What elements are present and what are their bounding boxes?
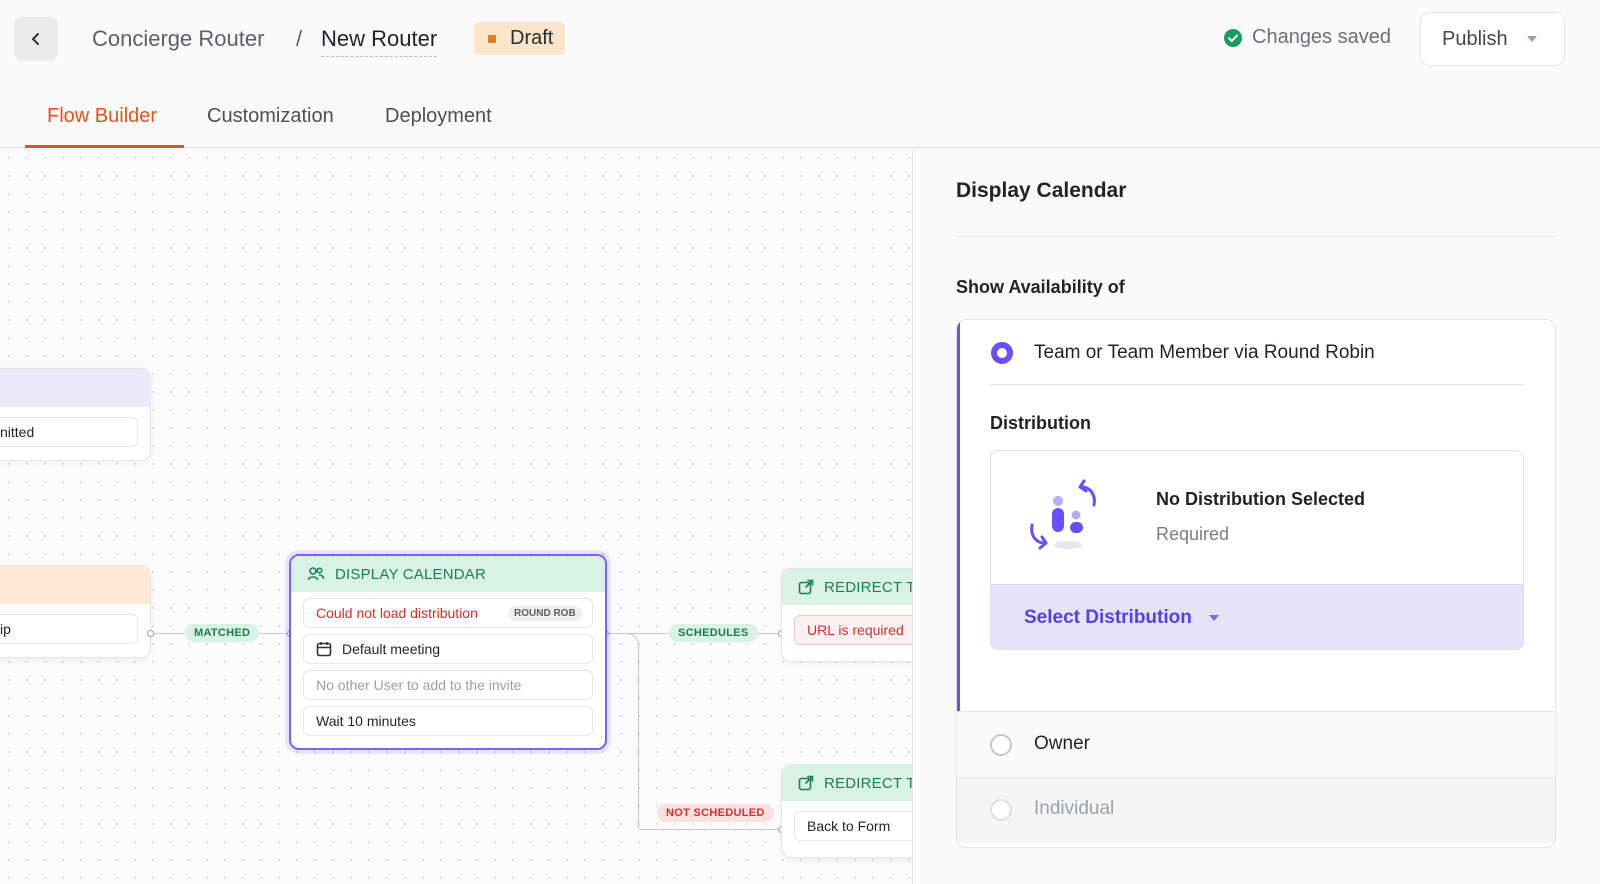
panel-title: Display Calendar [956, 179, 1127, 202]
divider [956, 236, 1556, 237]
node-header: REDIRECT TO [782, 569, 912, 605]
node-title: REDIRECT TO [824, 578, 912, 596]
external-link-icon [798, 775, 814, 791]
section-label: Show Availability of [956, 277, 1125, 297]
availability-options: Team or Team Member via Round Robin Dist… [956, 319, 1556, 848]
edge-label-not-scheduled: NOT SCHEDULED [657, 804, 774, 822]
select-distribution-label: Select Distribution [1024, 607, 1192, 628]
publish-button[interactable]: Publish [1420, 12, 1565, 66]
radio-round-robin[interactable] [991, 342, 1013, 364]
radio-individual[interactable] [990, 799, 1012, 821]
edge-label-schedules: SCHEDULES [669, 624, 758, 642]
round-robin-tag: ROUND ROB [508, 605, 582, 621]
status-badge: Draft [474, 22, 566, 55]
node-header [0, 369, 150, 407]
router-name[interactable]: New Router [321, 24, 438, 57]
breadcrumb-separator: / [296, 26, 303, 51]
node-header [0, 566, 150, 604]
node-header: REDIRECT TO [782, 765, 912, 801]
external-link-icon [798, 579, 814, 595]
option-owner[interactable]: Owner [957, 711, 1555, 777]
node-title: DISPLAY CALENDAR [335, 565, 487, 583]
chevron-left-icon [32, 33, 39, 45]
connector-line [606, 633, 639, 829]
meeting-type: Default meeting [342, 641, 441, 657]
connector-line [639, 829, 782, 830]
redirect-target: Back to Form [807, 818, 891, 834]
flow-canvas[interactable]: nitted ip MATCHED SCHEDULES NOT SCHEDULE… [0, 149, 913, 884]
node-row-target[interactable]: Back to Form [794, 811, 912, 841]
node-row-text: ip [0, 621, 11, 637]
distribution-card: No Distribution Selected Required Select… [990, 450, 1524, 650]
calendar-icon [316, 642, 332, 657]
caret-down-icon [1526, 36, 1537, 42]
node-row-meeting[interactable]: Default meeting [303, 634, 593, 664]
option-label: Individual [1034, 798, 1115, 819]
option-round-robin[interactable]: Team or Team Member via Round Robin Dist… [957, 320, 1555, 711]
back-button[interactable] [14, 17, 58, 61]
distribution-label: Distribution [990, 413, 1091, 433]
node-row-wait[interactable]: Wait 10 minutes [303, 706, 593, 736]
publish-label: Publish [1442, 27, 1508, 50]
empty-state-title: No Distribution Selected [1156, 489, 1366, 509]
option-label: Owner [1034, 733, 1090, 754]
status-badge-label: Draft [510, 27, 554, 49]
divider [990, 384, 1525, 385]
flow-node-display-calendar[interactable]: DISPLAY CALENDAR Could not load distribu… [289, 554, 607, 750]
select-distribution-button[interactable]: Select Distribution [991, 584, 1523, 649]
save-status: Changes saved [1224, 26, 1391, 49]
tab-customization[interactable]: Customization [207, 102, 334, 130]
distribution-error: Could not load distribution [316, 605, 478, 621]
tab-deployment[interactable]: Deployment [385, 102, 492, 130]
node-title: REDIRECT TO [824, 774, 912, 792]
node-row-url[interactable]: URL is required [794, 615, 912, 645]
breadcrumb-parent[interactable]: Concierge Router [92, 24, 264, 54]
url-error: URL is required [807, 622, 904, 638]
node-row: nitted [0, 417, 138, 447]
connector-handle[interactable] [147, 630, 154, 637]
flow-node-redirect-bottom[interactable]: REDIRECT TO Back to Form [781, 764, 912, 858]
node-row-distribution[interactable]: Could not load distribution ROUND ROB [303, 598, 593, 628]
node-row-text: nitted [0, 424, 35, 440]
option-individual[interactable]: Individual [957, 777, 1555, 843]
radio-owner[interactable] [990, 734, 1012, 756]
node-row-invitees[interactable]: No other User to add to the invite [303, 670, 593, 700]
wait-duration: Wait 10 minutes [316, 713, 416, 729]
empty-state-subtitle: Required [1156, 524, 1230, 544]
tab-flow-builder[interactable]: Flow Builder [47, 102, 157, 130]
active-tab-indicator [25, 145, 184, 148]
properties-panel: Display Calendar Show Availability of Te… [914, 149, 1600, 884]
node-row: ip [0, 614, 138, 644]
flow-node-form[interactable]: nitted [0, 368, 151, 461]
flow-node-redirect-top[interactable]: REDIRECT TO URL is required [781, 568, 912, 662]
option-label: Team or Team Member via Round Robin [1034, 342, 1375, 363]
top-bar: Concierge Router / New Router Draft Chan… [0, 0, 1600, 148]
node-header: DISPLAY CALENDAR [291, 556, 605, 592]
edge-label-matched: MATCHED [185, 624, 260, 642]
round-robin-illustration-icon [1030, 479, 1096, 550]
flow-node-condition[interactable]: ip [0, 565, 151, 658]
draft-dot-icon [488, 34, 496, 43]
caret-down-icon [1208, 615, 1219, 621]
users-icon [307, 567, 325, 581]
invitees-placeholder: No other User to add to the invite [316, 677, 522, 693]
save-status-label: Changes saved [1252, 26, 1391, 48]
check-circle-icon [1224, 28, 1242, 47]
